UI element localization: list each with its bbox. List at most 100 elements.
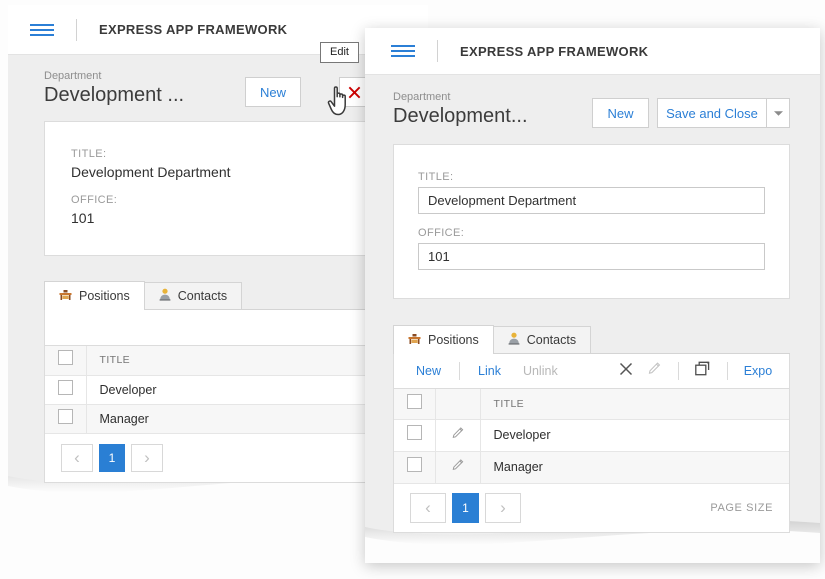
back-window-pager: ‹ 1 › — [45, 434, 405, 482]
back-window-tabs: Positions Contacts — [44, 281, 406, 310]
row-checkbox[interactable] — [58, 380, 73, 395]
back-window-detail-panel: TITLE: Development Department OFFICE: 10… — [44, 121, 406, 256]
app-title: EXPRESS APP FRAMEWORK — [99, 22, 287, 37]
titlebar-divider — [437, 40, 438, 62]
row-edit-cell[interactable] — [435, 451, 480, 483]
hamburger-menu-icon[interactable] — [30, 24, 54, 36]
field-label-office: OFFICE: — [418, 227, 765, 239]
tab-contacts[interactable]: Contacts — [493, 326, 591, 353]
grid-unlink-button: Unlink — [523, 364, 558, 378]
hamburger-menu-icon[interactable] — [391, 45, 415, 57]
front-window-toolbar: Department Development... New Save and C… — [365, 75, 820, 133]
table-header-row: TITLE — [45, 346, 405, 375]
positions-table: TITLE Developer — [45, 346, 405, 434]
table-row[interactable]: Manager — [394, 451, 789, 483]
field-label-office: OFFICE: — [71, 194, 405, 206]
detail-field-office: OFFICE: 101 — [71, 194, 405, 226]
pager-page-1-button[interactable]: 1 — [99, 444, 125, 472]
tab-positions[interactable]: Positions — [393, 325, 494, 354]
cell-title: Manager — [86, 404, 405, 433]
tab-contacts-label: Contacts — [178, 289, 227, 303]
record-title: Development ... — [44, 85, 184, 106]
record-type-label: Department — [393, 92, 528, 104]
positions-table: TITLE — [394, 389, 789, 484]
chevron-down-icon — [774, 110, 783, 117]
tab-contacts[interactable]: Contacts — [144, 282, 242, 309]
column-header-title[interactable]: TITLE — [480, 389, 789, 419]
screenshot-stage: EXPRESS APP FRAMEWORK Department Develop… — [0, 0, 825, 579]
row-edit-cell[interactable] — [435, 419, 480, 451]
row-select-cell — [394, 419, 435, 451]
toolbar-divider — [727, 362, 728, 380]
save-and-close-button[interactable]: Save and Close — [657, 98, 767, 128]
front-window-titlebar: EXPRESS APP FRAMEWORK — [365, 28, 820, 75]
titlebar-divider — [76, 19, 77, 41]
table-row[interactable]: Manager — [45, 404, 405, 433]
record-title: Development... — [393, 106, 528, 127]
back-window-record-caption: Department Development ... — [44, 71, 184, 106]
save-options-dropdown-button[interactable] — [766, 98, 790, 128]
select-all-header — [45, 346, 86, 375]
row-edit-header — [435, 389, 480, 419]
front-window: EXPRESS APP FRAMEWORK Department Develop… — [365, 28, 820, 563]
pencil-edit-icon — [451, 426, 465, 440]
grid-open-in-window-button[interactable] — [695, 361, 711, 381]
row-select-cell — [45, 375, 86, 404]
page-size-label: PAGE SIZE — [710, 502, 773, 514]
pager-prev-button[interactable]: ‹ — [410, 493, 446, 523]
column-header-title[interactable]: TITLE — [86, 346, 405, 375]
positions-table-body: Developer M — [394, 419, 789, 483]
open-in-window-icon — [695, 361, 711, 376]
front-window-detail-panel: TITLE: Development Department OFFICE: 10… — [393, 144, 790, 299]
cell-title: Manager — [480, 451, 789, 483]
toolbar-divider — [678, 362, 679, 380]
row-checkbox[interactable] — [407, 425, 422, 440]
grid-action-toolbar: New Link Unlink — [394, 354, 789, 389]
tab-contacts-label: Contacts — [527, 333, 576, 347]
table-header-row: TITLE — [394, 389, 789, 419]
pager-next-button[interactable]: › — [485, 493, 521, 523]
person-icon — [159, 288, 171, 304]
cell-title: Developer — [86, 375, 405, 404]
grid-link-button[interactable]: Link — [478, 364, 501, 378]
person-icon — [508, 332, 520, 348]
positions-table-body: Developer Manager — [45, 375, 405, 433]
cell-title: Developer — [480, 419, 789, 451]
back-grid-toolbar-spacer — [45, 310, 405, 346]
row-checkbox[interactable] — [407, 457, 422, 472]
row-checkbox[interactable] — [58, 409, 73, 424]
pencil-edit-icon — [647, 361, 662, 376]
title-input[interactable]: Development Department — [418, 187, 765, 214]
grid-edit-button — [647, 361, 662, 381]
select-all-checkbox[interactable] — [407, 394, 422, 409]
office-input-value: 101 — [428, 249, 450, 264]
field-label-title: TITLE: — [418, 171, 765, 183]
grid-new-button[interactable]: New — [416, 364, 441, 378]
grid-delete-button[interactable] — [618, 361, 634, 382]
detail-field-title: TITLE: Development Department — [418, 171, 765, 214]
grid-export-button[interactable]: Expo — [744, 364, 773, 378]
select-all-header — [394, 389, 435, 419]
tab-positions-label: Positions — [79, 289, 130, 303]
app-title: EXPRESS APP FRAMEWORK — [460, 44, 648, 59]
toolbar-divider — [459, 362, 460, 380]
desk-icon — [408, 333, 421, 348]
pager-page-1-button[interactable]: 1 — [452, 493, 479, 523]
new-button[interactable]: New — [245, 77, 301, 107]
tab-positions[interactable]: Positions — [44, 281, 145, 310]
field-value-office: 101 — [71, 210, 405, 226]
table-row[interactable]: Developer — [45, 375, 405, 404]
desk-icon — [59, 289, 72, 304]
pager-next-button[interactable]: › — [131, 444, 163, 472]
pager-prev-button[interactable]: ‹ — [61, 444, 93, 472]
new-button[interactable]: New — [592, 98, 649, 128]
office-input[interactable]: 101 — [418, 243, 765, 270]
back-window-grid: TITLE Developer — [44, 310, 406, 483]
table-row[interactable]: Developer — [394, 419, 789, 451]
field-value-title: Development Department — [71, 164, 405, 180]
front-window-grid: New Link Unlink — [393, 354, 790, 533]
pencil-edit-icon — [451, 458, 465, 472]
field-label-title: TITLE: — [71, 148, 405, 160]
front-window-record-caption: Department Development... — [393, 92, 528, 127]
select-all-checkbox[interactable] — [58, 350, 73, 365]
